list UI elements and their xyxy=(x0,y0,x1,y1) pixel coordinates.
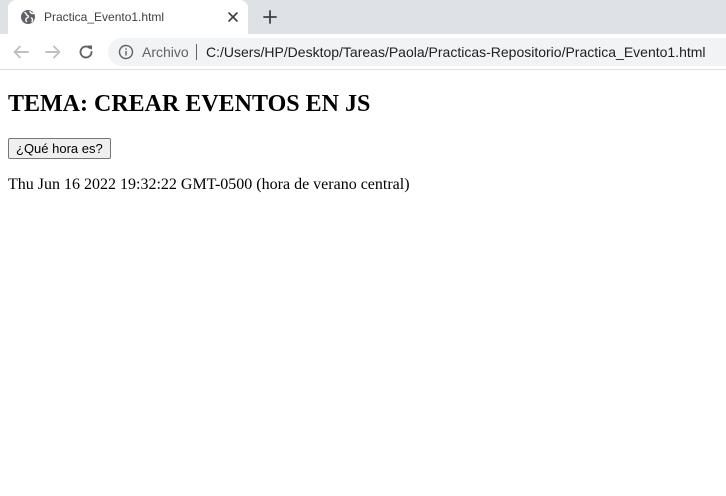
arrow-right-icon[interactable] xyxy=(44,43,62,61)
time-output: Thu Jun 16 2022 19:32:22 GMT-0500 (hora … xyxy=(8,176,410,193)
address-bar[interactable]: Archivo C:/Users/HP/Desktop/Tareas/Paola… xyxy=(108,38,726,66)
scheme-label[interactable]: Archivo xyxy=(142,44,189,60)
close-icon[interactable] xyxy=(226,10,240,24)
arrow-left-icon[interactable] xyxy=(12,43,30,61)
tab-strip: Practica_Evento1.html xyxy=(0,0,726,34)
reload-icon[interactable] xyxy=(77,43,95,61)
tab-title: Practica_Evento1.html xyxy=(44,10,165,24)
address-divider xyxy=(196,44,197,60)
browser-toolbar: Archivo C:/Users/HP/Desktop/Tareas/Paola… xyxy=(0,34,726,70)
info-icon[interactable] xyxy=(118,44,134,60)
browser-tab[interactable]: Practica_Evento1.html xyxy=(8,0,248,34)
page-content: TEMA: CREAR EVENTOS EN JS ¿Qué hora es? … xyxy=(0,71,726,496)
page-title: TEMA: CREAR EVENTOS EN JS xyxy=(8,91,371,117)
globe-icon xyxy=(21,10,35,24)
what-time-button[interactable]: ¿Qué hora es? xyxy=(8,138,111,159)
plus-icon[interactable] xyxy=(262,9,278,25)
url-text[interactable]: C:/Users/HP/Desktop/Tareas/Paola/Practic… xyxy=(206,44,706,60)
